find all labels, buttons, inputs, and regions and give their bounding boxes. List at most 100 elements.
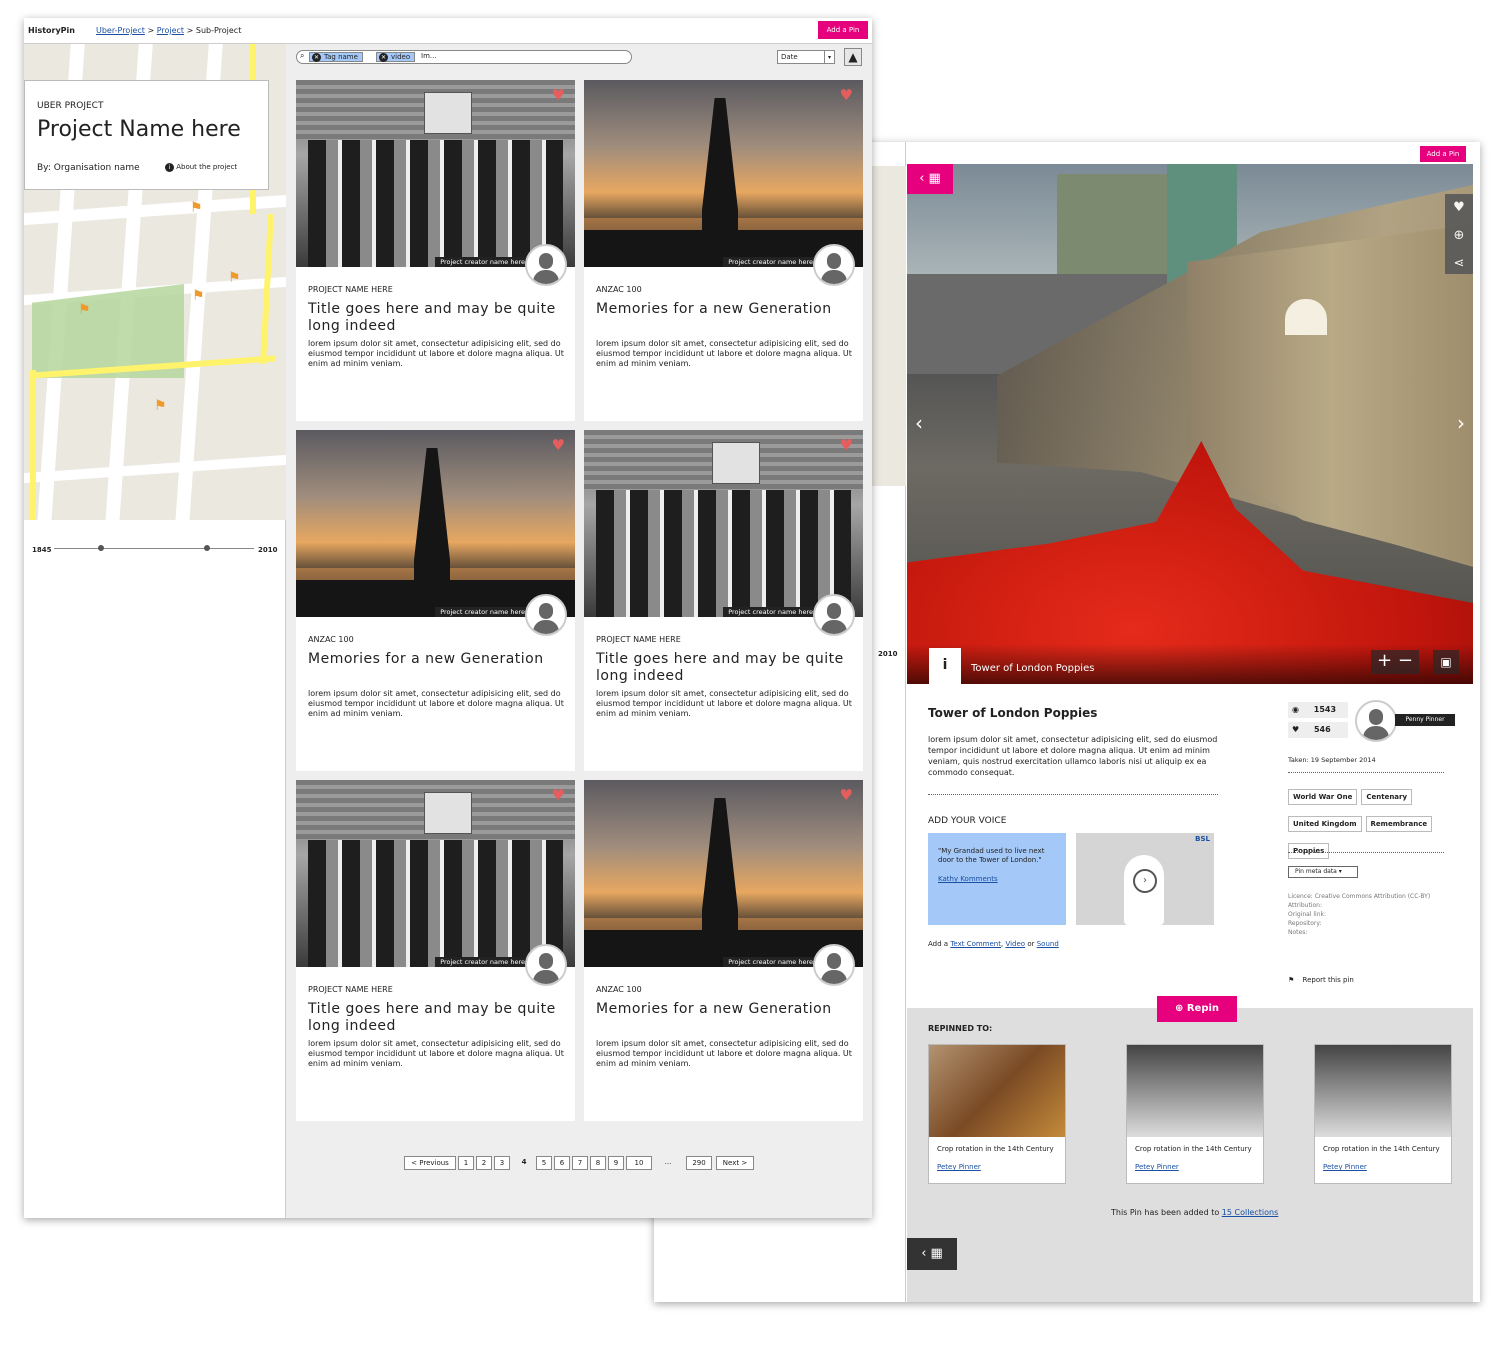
pinner-avatar[interactable] [1355, 700, 1397, 742]
tag-chip[interactable]: Tag name [309, 52, 363, 62]
pin-card[interactable]: ♥ Project creator name here ANZAC 100 Memor… [584, 780, 863, 1121]
heart-icon[interactable]: ♥ [552, 86, 565, 104]
prev-arrow-icon[interactable]: ‹ [915, 411, 923, 435]
sort-select[interactable]: Date ▾ [777, 50, 835, 64]
video-comment-card[interactable]: BSL › [1076, 833, 1214, 925]
map-flag-icon[interactable]: ⚑ [192, 288, 205, 304]
page-button[interactable]: 10 [626, 1156, 652, 1170]
creator-avatar[interactable] [813, 944, 855, 986]
heart-icon[interactable]: ♥ [552, 436, 565, 454]
add-voice-heading: ADD YOUR VOICE [928, 816, 1007, 826]
heart-icon[interactable]: ♥ [840, 786, 853, 804]
card-title[interactable]: Memories for a new Generation [596, 1001, 846, 1018]
repin-author[interactable]: Petey Pinner [929, 1153, 1065, 1171]
pin-card[interactable]: ♥ Project creator name here PROJECT NAME H… [584, 430, 863, 771]
tag[interactable]: World War One [1288, 789, 1358, 805]
back-grid-button[interactable]: ‹ ▦ [907, 164, 953, 194]
quote-author[interactable]: Kathy Komments [938, 875, 1056, 884]
map-flag-icon[interactable]: ⚑ [78, 302, 91, 318]
heart-icon[interactable]: ♥ [840, 436, 853, 454]
zoom-controls[interactable]: + − [1371, 650, 1419, 674]
photo-people [308, 840, 563, 967]
back-grid-button-bottom[interactable]: ‹ ▦ [907, 1238, 957, 1270]
page-button[interactable]: 1 [458, 1156, 474, 1170]
page-button[interactable]: 9 [608, 1156, 624, 1170]
background-building [1057, 174, 1177, 274]
repin-caption: Crop rotation in the 14th Century [1323, 1145, 1440, 1153]
add-pin-button[interactable]: Add a Pin [818, 21, 868, 39]
plus-circle-icon: ⊕ [1174, 1003, 1184, 1014]
map-flag-icon[interactable]: ⚑ [190, 200, 203, 216]
play-icon[interactable]: › [1133, 869, 1157, 893]
card-title[interactable]: Title goes here and may be quite long in… [308, 301, 558, 335]
repin-author[interactable]: Petey Pinner [1127, 1153, 1263, 1171]
page-button[interactable]: 290 [686, 1156, 712, 1170]
bsl-label: BSL [1195, 835, 1210, 843]
map-flag-icon[interactable]: ⚑ [154, 398, 167, 414]
page-button[interactable]: 2 [476, 1156, 492, 1170]
repin-card[interactable]: Crop rotation in the 14th Century Petey … [1314, 1044, 1452, 1184]
pin-card[interactable]: ♥ Project creator name here ANZAC 100 Memor… [296, 430, 575, 771]
creator-avatar[interactable] [813, 244, 855, 286]
heart-icon[interactable]: ♥ [1445, 194, 1473, 222]
timeline-handle-end[interactable] [204, 545, 210, 551]
share-icon[interactable]: ⋖ [1445, 250, 1473, 278]
video-chip[interactable]: video [376, 52, 416, 62]
tag[interactable]: Centenary [1361, 789, 1413, 805]
pin-card[interactable]: ♥ Project creator name here PROJECT NAME H… [296, 780, 575, 1121]
expand-icon[interactable]: ▣ [1433, 650, 1459, 674]
add-circle-icon[interactable]: ⊕ [1445, 222, 1473, 250]
tag[interactable]: United Kingdom [1288, 816, 1362, 832]
sort-direction-button[interactable]: ▲ [844, 48, 862, 66]
or-label: or [1027, 940, 1035, 948]
creator-avatar[interactable] [813, 594, 855, 636]
logo[interactable]: HistoryPin [28, 26, 75, 35]
next-arrow-icon[interactable]: › [1457, 411, 1465, 435]
card-title[interactable]: Memories for a new Generation [308, 651, 558, 668]
about-project-link[interactable]: i About the project [165, 163, 237, 172]
page-button[interactable]: 7 [572, 1156, 588, 1170]
heart-icon[interactable]: ♥ [840, 86, 853, 104]
card-description: lorem ipsum dolor sit amet, consectetur … [596, 1039, 852, 1068]
text-comment-card[interactable]: "My Grandad used to live next door to th… [928, 833, 1066, 925]
timeline-handle-start[interactable] [98, 545, 104, 551]
creator-avatar[interactable] [525, 594, 567, 636]
creator-avatar[interactable] [525, 944, 567, 986]
video-link[interactable]: Video [1005, 940, 1025, 948]
prev-page-button[interactable]: < Previous [404, 1156, 456, 1170]
heart-icon[interactable]: ♥ [552, 786, 565, 804]
tag[interactable]: Poppies [1288, 843, 1330, 859]
repin-author[interactable]: Petey Pinner [1315, 1153, 1451, 1171]
card-title[interactable]: Memories for a new Generation [596, 301, 846, 318]
pin-card[interactable]: ♥ Project creator name here PROJECT NAME H… [296, 80, 575, 421]
repin-card[interactable]: Crop rotation in the 14th Century Petey … [1126, 1044, 1264, 1184]
sound-link[interactable]: Sound [1037, 940, 1059, 948]
meta-select[interactable]: Pin meta data ▾ [1288, 866, 1358, 878]
pinner-name[interactable]: Penny Pinner [1395, 714, 1455, 726]
tag[interactable]: Remembrance [1365, 816, 1433, 832]
creator-avatar[interactable] [525, 244, 567, 286]
collections-link[interactable]: 15 Collections [1222, 1208, 1278, 1217]
map-flag-icon[interactable]: ⚑ [228, 270, 241, 286]
page-button[interactable]: 5 [536, 1156, 552, 1170]
text-comment-link[interactable]: Text Comment [950, 940, 1001, 948]
next-page-button[interactable]: Next > [716, 1156, 754, 1170]
search-input[interactable]: ⌕ Tag name video Im... [296, 50, 632, 64]
card-title[interactable]: Title goes here and may be quite long in… [308, 1001, 558, 1035]
heart-small-icon: ♥ [1292, 725, 1300, 734]
page-button[interactable]: 3 [494, 1156, 510, 1170]
timeline-slider[interactable] [54, 545, 254, 551]
report-link[interactable]: ⚑ Report this pin [1288, 976, 1354, 984]
taken-row: Taken: 19 September 2014 [1288, 756, 1376, 764]
pin-card[interactable]: ♥ Project creator name here ANZAC 100 Memor… [584, 80, 863, 421]
info-icon[interactable]: i [929, 648, 961, 684]
breadcrumb-uber-project[interactable]: Uber-Project [96, 26, 145, 35]
page-button[interactable]: 6 [554, 1156, 570, 1170]
page-button[interactable]: 8 [590, 1156, 606, 1170]
breadcrumb-project[interactable]: Project [157, 26, 184, 35]
add-pin-button[interactable]: Add a Pin [1420, 146, 1466, 162]
repin-card[interactable]: Crop rotation in the 14th Century Petey … [928, 1044, 1066, 1184]
repin-button[interactable]: ⊕ Repin [1157, 996, 1237, 1022]
card-title[interactable]: Title goes here and may be quite long in… [596, 651, 846, 685]
current-page: 4 [521, 1158, 527, 1166]
